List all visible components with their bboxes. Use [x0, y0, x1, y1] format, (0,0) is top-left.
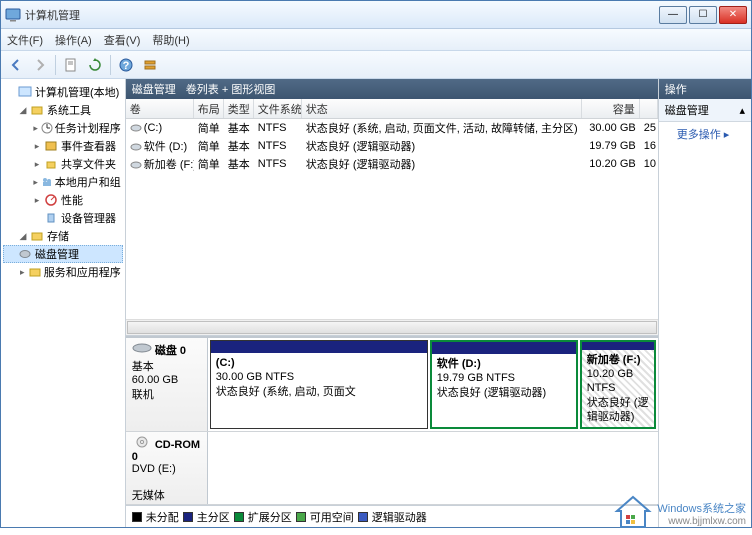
- actions-more[interactable]: 更多操作 ▸: [659, 122, 751, 146]
- nav-forward-button[interactable]: [29, 54, 51, 76]
- collapse-icon[interactable]: ▴: [739, 104, 745, 117]
- disk-map[interactable]: 磁盘 0 基本 60.00 GB 联机 (C:) 30.00 GB NTFS 状…: [126, 336, 658, 505]
- close-button[interactable]: ✕: [719, 6, 747, 24]
- tree-performance[interactable]: ▸性能: [3, 191, 123, 209]
- minimize-button[interactable]: —: [659, 6, 687, 24]
- tree-storage[interactable]: ◢存储: [3, 227, 123, 245]
- help-button[interactable]: ?: [115, 54, 137, 76]
- legend-extended-sw: [234, 512, 244, 522]
- navigation-tree[interactable]: 计算机管理(本地) ◢系统工具 ▸任务计划程序 ▸事件查看器 ▸共享文件夹 ▸本…: [1, 79, 126, 527]
- menu-view[interactable]: 查看(V): [104, 32, 141, 48]
- actions-header: 操作: [659, 79, 751, 99]
- refresh-button[interactable]: [84, 54, 106, 76]
- tree-shared-folders[interactable]: ▸共享文件夹: [3, 155, 123, 173]
- settings-button[interactable]: [139, 54, 161, 76]
- center-header: 磁盘管理 卷列表 + 图形视图: [126, 79, 658, 99]
- legend-primary-sw: [183, 512, 193, 522]
- legend-logical-sw: [358, 512, 368, 522]
- col-filesystem[interactable]: 文件系统: [254, 99, 302, 118]
- maximize-button[interactable]: ☐: [689, 6, 717, 24]
- computer-management-window: 计算机管理 — ☐ ✕ 文件(F) 操作(A) 查看(V) 帮助(H) ? 计算…: [0, 0, 752, 528]
- partition-c[interactable]: (C:) 30.00 GB NTFS 状态良好 (系统, 启动, 页面文: [210, 340, 428, 429]
- tree-task-scheduler[interactable]: ▸任务计划程序: [3, 119, 123, 137]
- partition-f[interactable]: 新加卷 (F:) 10.20 GB NTFS 状态良好 (逻辑驱动器): [580, 340, 656, 429]
- menu-action[interactable]: 操作(A): [55, 32, 92, 48]
- toolbar: ?: [1, 51, 751, 79]
- menu-help[interactable]: 帮助(H): [152, 32, 189, 48]
- col-free[interactable]: [640, 99, 658, 118]
- actions-pane: 操作 磁盘管理▴ 更多操作 ▸: [659, 79, 751, 527]
- tree-event-viewer[interactable]: ▸事件查看器: [3, 137, 123, 155]
- svg-text:?: ?: [123, 60, 130, 72]
- disk-icon: [132, 342, 152, 354]
- properties-button[interactable]: [60, 54, 82, 76]
- partition-d[interactable]: 软件 (D:) 19.79 GB NTFS 状态良好 (逻辑驱动器): [430, 340, 578, 429]
- cdrom-label[interactable]: CD-ROM 0 DVD (E:) 无媒体: [126, 432, 208, 504]
- tree-device-manager[interactable]: 设备管理器: [3, 209, 123, 227]
- menu-file[interactable]: 文件(F): [7, 32, 43, 48]
- chevron-right-icon: ▸: [724, 129, 730, 141]
- col-status[interactable]: 状态: [302, 99, 582, 118]
- volume-list-header[interactable]: 卷 布局 类型 文件系统 状态 容量: [126, 99, 658, 119]
- titlebar[interactable]: 计算机管理 — ☐ ✕: [1, 1, 751, 29]
- volume-row[interactable]: 软件 (D:) 简单 基本 NTFS 状态良好 (逻辑驱动器) 19.79 GB…: [126, 137, 658, 155]
- disk-row[interactable]: 磁盘 0 基本 60.00 GB 联机 (C:) 30.00 GB NTFS 状…: [126, 338, 658, 432]
- disk-row[interactable]: CD-ROM 0 DVD (E:) 无媒体: [126, 432, 658, 505]
- tree-services-apps[interactable]: ▸服务和应用程序: [3, 263, 123, 281]
- volume-rows[interactable]: (C:) 简单 基本 NTFS 状态良好 (系统, 启动, 页面文件, 活动, …: [126, 119, 658, 319]
- center-header-title: 磁盘管理: [132, 81, 176, 97]
- tree-disk-management[interactable]: 磁盘管理: [3, 245, 123, 263]
- col-capacity[interactable]: 容量: [582, 99, 640, 118]
- legend-unallocated-sw: [132, 512, 142, 522]
- window-title: 计算机管理: [25, 7, 659, 23]
- center-header-sublabel: 卷列表 + 图形视图: [186, 81, 276, 97]
- legend-free-sw: [296, 512, 306, 522]
- menubar: 文件(F) 操作(A) 查看(V) 帮助(H): [1, 29, 751, 51]
- col-volume[interactable]: 卷: [126, 99, 194, 118]
- cdrom-icon: [132, 436, 152, 448]
- horizontal-scrollbar[interactable]: [126, 319, 658, 335]
- disk-label[interactable]: 磁盘 0 基本 60.00 GB 联机: [126, 338, 208, 431]
- tree-local-users[interactable]: ▸本地用户和组: [3, 173, 123, 191]
- actions-section[interactable]: 磁盘管理▴: [659, 99, 751, 122]
- app-icon: [5, 7, 21, 23]
- tree-root[interactable]: 计算机管理(本地): [3, 83, 123, 101]
- col-layout[interactable]: 布局: [194, 99, 224, 118]
- volume-list[interactable]: 卷 布局 类型 文件系统 状态 容量 (C:) 简单 基本 NTFS 状态良好 …: [126, 99, 658, 336]
- volume-row[interactable]: (C:) 简单 基本 NTFS 状态良好 (系统, 启动, 页面文件, 活动, …: [126, 119, 658, 137]
- col-type[interactable]: 类型: [224, 99, 254, 118]
- tree-system-tools[interactable]: ◢系统工具: [3, 101, 123, 119]
- volume-row[interactable]: 新加卷 (F:) 简单 基本 NTFS 状态良好 (逻辑驱动器) 10.20 G…: [126, 155, 658, 173]
- nav-back-button[interactable]: [5, 54, 27, 76]
- center-pane: 磁盘管理 卷列表 + 图形视图 卷 布局 类型 文件系统 状态 容量 (C:) …: [126, 79, 659, 527]
- legend: 未分配 主分区 扩展分区 可用空间 逻辑驱动器: [126, 505, 658, 527]
